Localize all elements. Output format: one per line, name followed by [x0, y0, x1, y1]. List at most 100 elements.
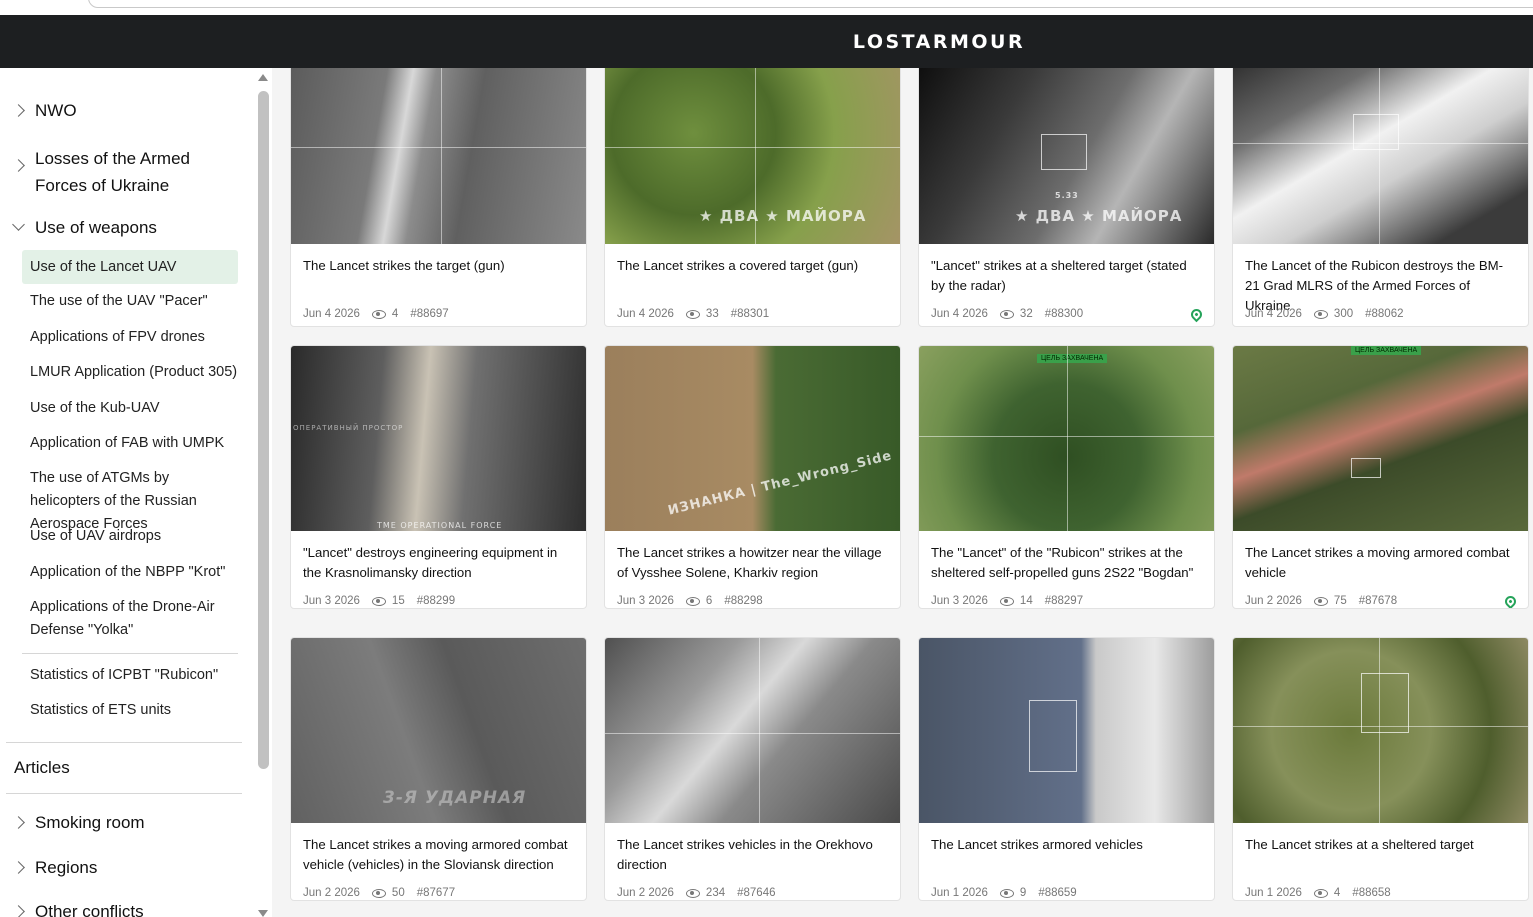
card-views: 6 [705, 595, 713, 607]
sidebar-item-airdrops[interactable]: Use of UAV airdrops [22, 525, 238, 548]
card-title[interactable]: The Lancet strikes a moving armored comb… [291, 823, 586, 883]
radar-readout: 5.33 [1055, 191, 1079, 200]
video-card[interactable]: ЦЕЛЬ ЗАХВАЧЕНА The "Lancet" of the "Rubi… [918, 345, 1215, 609]
card-title[interactable]: The Lancet of the Rubicon destroys the B… [1233, 244, 1528, 313]
video-thumbnail[interactable]: ★ ДВА ★ МАЙОРА [605, 68, 900, 244]
eye-icon [1313, 596, 1328, 606]
video-card[interactable]: ★ ДВА ★ МАЙОРА The Lancet strikes a cove… [604, 68, 901, 327]
eye-icon [685, 596, 700, 606]
sidebar-item-krot[interactable]: Application of the NBPP "Krot" [22, 561, 238, 584]
sidebar-item-other-conflicts[interactable]: Other conflicts [12, 902, 144, 917]
sidebar-item-stats-ets[interactable]: Statistics of ETS units [22, 699, 238, 722]
sidebar-item-yolka[interactable]: Applications of the Drone-Air Defense "Y… [22, 596, 238, 642]
video-thumbnail[interactable] [605, 638, 900, 823]
video-thumbnail[interactable]: 5.33 ★ ДВА ★ МАЙОРА [919, 68, 1214, 244]
watermark: ★ ДВА ★ МАЙОРА [1015, 207, 1183, 225]
sidebar-item-lmur[interactable]: LMUR Application (Product 305) [22, 361, 238, 384]
video-card[interactable]: ЦЕЛЬ ЗАХВАЧЕНА The Lancet strikes a movi… [1232, 345, 1529, 609]
sidebar-item-label: Use of weapons [35, 218, 157, 237]
address-bar[interactable] [88, 0, 1533, 8]
video-card[interactable]: The Lancet of the Rubicon destroys the B… [1232, 68, 1529, 327]
card-title[interactable]: The Lancet strikes the target (gun) [291, 244, 586, 304]
chevron-right-icon [12, 104, 25, 117]
card-date: Jun 3 2026 [931, 595, 988, 607]
video-thumbnail[interactable] [1233, 68, 1528, 244]
video-grid: The Lancet strikes the target (gun) Jun … [290, 68, 1530, 917]
card-title[interactable]: The Lancet strikes at a sheltered target [1233, 823, 1528, 883]
video-card[interactable]: The Lancet strikes at a sheltered target… [1232, 637, 1529, 901]
card-title[interactable]: "Lancet" strikes at a sheltered target (… [919, 244, 1214, 304]
sidebar-item-nwo[interactable]: NWO [12, 101, 77, 121]
card-meta: Jun 4 2026 4 #88697 [291, 304, 586, 324]
video-card[interactable]: The Lancet strikes vehicles in the Orekh… [604, 637, 901, 901]
card-views: 50 [391, 887, 405, 899]
sidebar-item-fab[interactable]: Application of FAB with UMPK [22, 432, 238, 455]
card-id: #88297 [1044, 595, 1084, 607]
card-title[interactable]: The Lancet strikes armored vehicles [919, 823, 1214, 883]
video-thumbnail[interactable] [291, 68, 586, 244]
card-title[interactable]: The Lancet strikes a howitzer near the v… [605, 531, 900, 591]
map-pin-icon[interactable] [1188, 306, 1205, 322]
sidebar-item-use-of-weapons[interactable]: Use of weapons [12, 218, 157, 238]
card-date: Jun 4 2026 [617, 308, 674, 320]
card-id: #87646 [737, 887, 776, 899]
card-views: 4 [391, 308, 399, 320]
video-thumbnail[interactable] [919, 638, 1214, 823]
sidebar-item-lancet[interactable]: Use of the Lancet UAV [22, 250, 238, 284]
eye-icon [1313, 888, 1328, 898]
card-id: #88300 [1044, 308, 1084, 320]
divider [6, 793, 242, 794]
video-thumbnail[interactable] [1233, 638, 1528, 823]
video-thumbnail[interactable]: 3-Я УДАРНАЯ [291, 638, 586, 823]
scroll-down-arrow-icon[interactable] [258, 910, 268, 917]
sidebar-item-kub[interactable]: Use of the Kub-UAV [22, 397, 238, 420]
sidebar-item-losses[interactable]: Losses of the Armed Forces of Ukraine [12, 145, 244, 199]
card-title[interactable]: The Lancet strikes a covered target (gun… [605, 244, 900, 304]
card-id: #88299 [416, 595, 456, 607]
video-thumbnail[interactable]: ЦЕЛЬ ЗАХВАЧЕНА [919, 346, 1214, 531]
sidebar-item-fpv[interactable]: Applications of FPV drones [22, 326, 238, 349]
video-card[interactable]: The Lancet strikes armored vehicles Jun … [918, 637, 1215, 901]
card-views: 4 [1333, 887, 1341, 899]
video-thumbnail[interactable]: ЦЕЛЬ ЗАХВАЧЕНА [1233, 346, 1528, 531]
card-meta: Jun 1 2026 4 #88658 [1233, 883, 1528, 900]
video-card[interactable]: The Lancet strikes the target (gun) Jun … [290, 68, 587, 327]
target-captured-badge: ЦЕЛЬ ЗАХВАЧЕНА [1351, 346, 1422, 355]
map-pin-icon[interactable] [1502, 593, 1519, 608]
sidebar-item-articles[interactable]: Articles [14, 758, 70, 778]
video-card[interactable]: 3-Я УДАРНАЯ The Lancet strikes a moving … [290, 637, 587, 901]
card-meta: Jun 2 2026 234 #87646 [605, 883, 900, 900]
card-title[interactable]: The "Lancet" of the "Rubicon" strikes at… [919, 531, 1214, 591]
video-card[interactable]: ИЗНАНКА | The_Wrong_Side The Lancet stri… [604, 345, 901, 609]
chevron-right-icon [12, 905, 25, 917]
watermark: ОПЕРАТИВНЫЙ ПРОСТОР [293, 424, 404, 432]
divider [6, 742, 242, 743]
scrollbar-thumb[interactable] [258, 91, 269, 769]
card-title[interactable]: The Lancet strikes a moving armored comb… [1233, 531, 1528, 591]
scroll-up-arrow-icon[interactable] [258, 74, 268, 81]
card-id: #88298 [724, 595, 763, 607]
video-thumbnail[interactable]: ИЗНАНКА | The_Wrong_Side [605, 346, 900, 531]
card-id: #87678 [1358, 595, 1398, 607]
card-title[interactable]: The Lancet strikes vehicles in the Orekh… [605, 823, 900, 883]
card-title[interactable]: "Lancet" destroys engineering equipment … [291, 531, 586, 591]
video-thumbnail[interactable]: ОПЕРАТИВНЫЙ ПРОСТОР TME OPERATIONAL FORC… [291, 346, 586, 531]
card-meta: Jun 2 2026 75 #87678 [1233, 591, 1528, 608]
video-card[interactable]: ОПЕРАТИВНЫЙ ПРОСТОР TME OPERATIONAL FORC… [290, 345, 587, 609]
sidebar-item-pacer[interactable]: The use of the UAV "Pacer" [22, 290, 238, 313]
video-card[interactable]: 5.33 ★ ДВА ★ МАЙОРА "Lancet" strikes at … [918, 68, 1215, 327]
card-date: Jun 1 2026 [1245, 887, 1302, 899]
chevron-right-icon [12, 861, 25, 874]
sidebar-item-stats-rubicon[interactable]: Statistics of ICPBT "Rubicon" [22, 664, 238, 687]
sidebar-item-regions[interactable]: Regions [12, 858, 97, 878]
sidebar-item-smoking-room[interactable]: Smoking room [12, 813, 145, 833]
site-logo[interactable]: LOSTARMOUR [508, 31, 1025, 53]
card-meta: Jun 1 2026 9 #88659 [919, 883, 1214, 900]
watermark: 3-Я УДАРНАЯ [383, 788, 527, 808]
site-header: LOSTARMOUR [0, 15, 1533, 68]
card-id: #88658 [1352, 887, 1391, 899]
eye-icon [999, 596, 1014, 606]
sidebar-item-label: Losses of the Armed Forces of Ukraine [35, 149, 190, 195]
card-id: #88697 [410, 308, 449, 320]
card-id: #87677 [416, 887, 456, 899]
